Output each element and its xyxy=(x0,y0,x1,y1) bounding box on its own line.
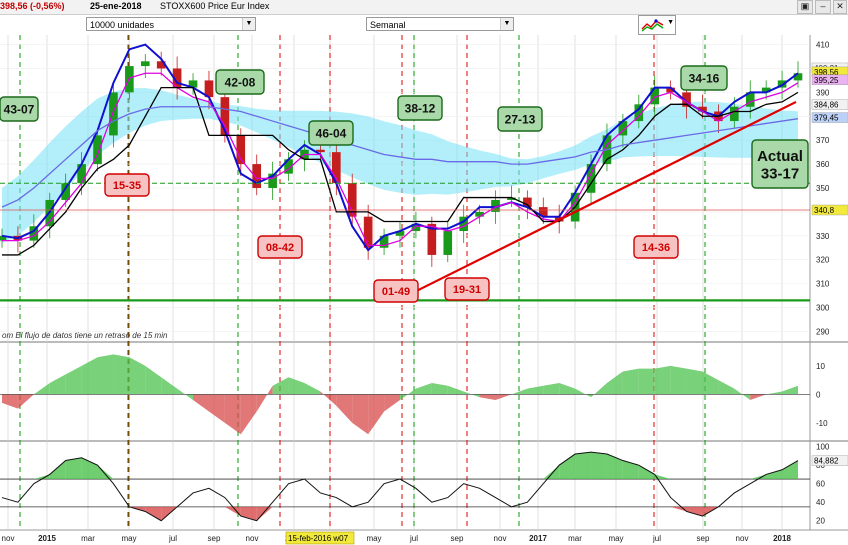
y-tick-label: 330 xyxy=(816,232,830,241)
x-tick-label: jul xyxy=(168,534,177,543)
chart-type-button[interactable]: ▼ xyxy=(638,15,676,35)
quote-date: 25-ene-2018 xyxy=(90,1,142,11)
candle-body[interactable] xyxy=(252,164,262,188)
cycle-count-label: 15-35 xyxy=(113,180,141,192)
instrument-name: STOXX600 Price Eur Index xyxy=(160,1,270,11)
minimize-icon[interactable]: – xyxy=(815,0,831,14)
oscillator-area-segment xyxy=(97,354,114,395)
x-tick-label: sep xyxy=(451,534,464,543)
cycle-count-label: 46-04 xyxy=(316,127,347,141)
y-tick-label: 390 xyxy=(816,88,830,97)
cycle-count-label: 01-49 xyxy=(382,286,410,298)
chevron-down-icon[interactable]: ▼ xyxy=(242,18,255,30)
x-tick-label: mar xyxy=(81,534,95,543)
cycle-count-label: 27-13 xyxy=(505,113,536,127)
x-tick-label: nov xyxy=(2,534,15,543)
stoch-y-tick-label: 40 xyxy=(816,498,825,507)
cycle-count-label: 33-17 xyxy=(761,165,799,182)
stoch-price-label: 84,882 xyxy=(814,457,839,466)
stoch-y-tick-label: 20 xyxy=(816,517,825,526)
cycle-count-label: 34-16 xyxy=(689,72,720,86)
title-bar: 398,56 (-0,56%) 25-ene-2018 STOXX600 Pri… xyxy=(0,0,848,15)
x-tick-label: 2018 xyxy=(773,534,791,543)
cycle-count-label: Actual xyxy=(757,148,803,165)
oscillator-area-segment xyxy=(670,365,687,395)
osc-y-tick-label: -10 xyxy=(816,419,828,428)
x-tick-label: 2015 xyxy=(38,534,56,543)
osc-y-tick-label: 0 xyxy=(816,390,821,399)
date-flag: 15-feb-2016 w07 xyxy=(288,534,349,543)
stochastic-panel[interactable] xyxy=(0,442,810,530)
oscillator-area-segment xyxy=(638,368,655,395)
units-select[interactable]: 10000 unidades ▼ xyxy=(86,17,256,31)
period-select-value: Semanal xyxy=(370,20,406,30)
x-tick-label: nov xyxy=(246,534,259,543)
y-tick-label: 320 xyxy=(816,256,830,265)
chevron-down-icon[interactable]: ▼ xyxy=(667,19,674,26)
x-tick-label: nov xyxy=(494,534,507,543)
candle-body[interactable] xyxy=(363,216,373,248)
x-tick-label: jul xyxy=(409,534,418,543)
chart-style-icon xyxy=(641,17,665,33)
stoch-overbought-fill xyxy=(575,452,592,480)
oscillator-area-segment xyxy=(686,368,703,395)
cycle-count-label: 19-31 xyxy=(453,284,481,296)
y-tick-label: 310 xyxy=(816,280,830,289)
stoch-overbought-fill xyxy=(65,457,82,480)
period-select[interactable]: Semanal ▼ xyxy=(366,17,514,31)
x-tick-label: may xyxy=(608,534,623,543)
stoch-y-tick-label: 100 xyxy=(816,443,830,452)
stoch-overbought-fill xyxy=(591,452,607,480)
price-label: 379,45 xyxy=(814,114,839,123)
data-delay-notice: om El flujo de datos tiene un retraso de… xyxy=(2,331,168,340)
x-tick-label: jul xyxy=(652,534,661,543)
chevron-down-icon[interactable]: ▼ xyxy=(500,18,513,30)
price-label: 395,25 xyxy=(814,76,839,85)
close-icon[interactable]: ✕ xyxy=(833,0,847,14)
cycle-count-label: 08-42 xyxy=(266,242,294,254)
oscillator-area-segment xyxy=(113,354,130,395)
x-tick-label: mar xyxy=(568,534,582,543)
oscillator-area-segment xyxy=(622,368,639,395)
candle-body[interactable] xyxy=(109,92,118,136)
cycle-count-label: 38-12 xyxy=(405,102,436,116)
x-tick-label: sep xyxy=(697,534,710,543)
x-tick-label: nov xyxy=(736,534,749,543)
y-tick-label: 290 xyxy=(816,327,830,336)
stoxx600-chart[interactable]: 290300310320330340350360370380390400410-… xyxy=(0,0,848,545)
y-tick-label: 370 xyxy=(816,136,830,145)
stoch-y-tick-label: 60 xyxy=(816,480,825,489)
y-tick-label: 410 xyxy=(816,41,830,50)
y-tick-label: 300 xyxy=(816,304,830,313)
osc-y-tick-label: 10 xyxy=(816,362,825,371)
cycle-count-label: 14-36 xyxy=(642,242,670,254)
price-label: 384,86 xyxy=(814,101,839,110)
candle-body[interactable] xyxy=(443,231,453,255)
y-tick-label: 350 xyxy=(816,184,830,193)
cycle-count-label: 42-08 xyxy=(225,76,256,90)
x-tick-label: 2017 xyxy=(529,534,547,543)
x-tick-label: may xyxy=(366,534,381,543)
cycle-count-label: 43-07 xyxy=(4,103,35,117)
oscillator-area-segment xyxy=(654,365,671,395)
price-change: 398,56 (-0,56%) xyxy=(0,1,65,11)
x-tick-label: sep xyxy=(208,534,221,543)
y-tick-label: 360 xyxy=(816,160,830,169)
x-tick-label: may xyxy=(121,534,136,543)
price-label: 340,8 xyxy=(814,206,835,215)
units-select-value: 10000 unidades xyxy=(90,20,155,30)
restore-icon[interactable]: ▣ xyxy=(797,0,813,14)
candle-body[interactable] xyxy=(140,61,150,67)
